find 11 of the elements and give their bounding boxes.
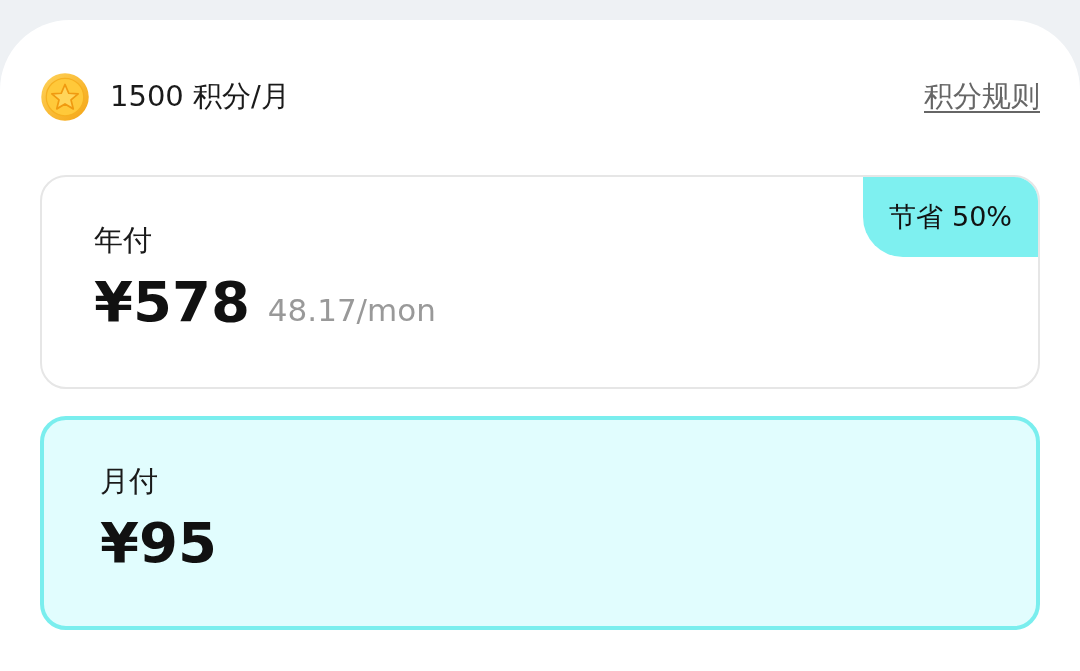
plan-price: ¥95 [100, 510, 217, 575]
points-rules-link[interactable]: 积分规则 [924, 76, 1040, 117]
monthly-price: 48.17/mon [267, 292, 436, 328]
points-per-month: 1500 积分/月 [110, 77, 290, 115]
plan-card[interactable]: 节省 50% 年付 ¥578 48.17/mon [40, 175, 1040, 389]
discount-badge: 节省 50% [863, 177, 1038, 257]
plan-price: ¥578 [94, 269, 250, 334]
star-coin-icon [40, 71, 90, 122]
plan-name: 年付 [94, 222, 153, 259]
plan-card[interactable]: 月付 ¥95 [40, 416, 1040, 630]
plan-name: 月付 [100, 463, 159, 500]
